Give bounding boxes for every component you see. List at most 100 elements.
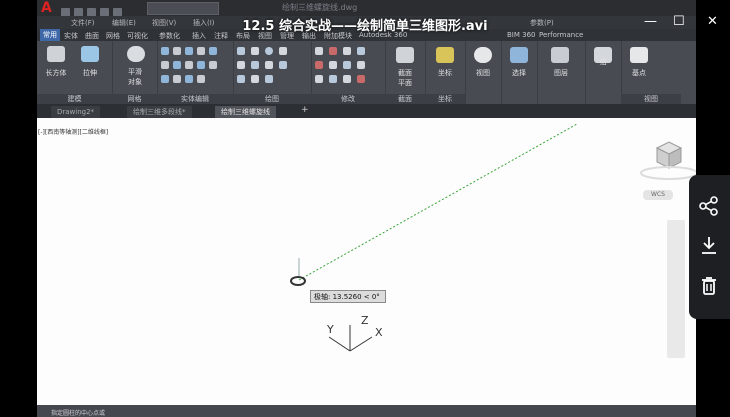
acad-filename: 绘制三维螺旋线.dwg — [282, 3, 358, 12]
interfere-icon[interactable] — [197, 75, 205, 83]
array-icon[interactable] — [343, 75, 351, 83]
view-sphere-icon[interactable] — [474, 47, 492, 63]
navigation-bar[interactable] — [667, 220, 685, 358]
panel-coords: 坐标 坐标 — [425, 41, 466, 104]
ribbon: 长方体 拉伸 建模 平滑 对象 网格 实体编辑 绘图 修改 截面 平面 截面 坐… — [37, 41, 696, 104]
group-label: 组 — [599, 58, 607, 66]
new-tab-icon[interactable]: + — [301, 105, 309, 115]
taper-faces-icon[interactable] — [173, 75, 181, 83]
close-button[interactable]: ✕ — [707, 14, 718, 29]
extend-icon[interactable] — [357, 47, 365, 55]
subtract-icon[interactable] — [173, 47, 181, 55]
hatch-icon[interactable] — [251, 61, 259, 69]
share-icon[interactable] — [698, 195, 720, 217]
chamfer-edge-icon[interactable] — [173, 61, 181, 69]
command-line[interactable]: 指定圆柱的中心点或 — [37, 405, 696, 417]
panel-select: 选择 — [501, 41, 538, 104]
intersect-icon[interactable] — [185, 47, 193, 55]
box-label: 长方体 — [45, 69, 67, 77]
explode-icon[interactable] — [357, 61, 365, 69]
acad-titlebar: A 绘制三维螺旋线.dwg — [37, 0, 696, 17]
minimize-button[interactable]: — — [644, 14, 657, 29]
union-icon[interactable] — [161, 47, 169, 55]
video-player: A 绘制三维螺旋线.dwg 文件(F) 编辑(E) 视图(V) 插入(I) 参数… — [0, 0, 730, 417]
move-icon[interactable] — [315, 47, 323, 55]
panel-view-big: 视图 — [465, 41, 502, 104]
polar-tracking-line — [298, 123, 578, 281]
section-plane-icon[interactable] — [396, 47, 414, 63]
coords-label: 坐标 — [438, 69, 452, 77]
panel-group: 组 — [585, 41, 622, 104]
file-tab-bar: Drawing2* 绘制三维多段线* 绘制三维螺旋线 + — [37, 104, 696, 118]
slice-icon[interactable] — [197, 47, 205, 55]
panel-modify-title: 修改 — [311, 94, 385, 104]
panel-section: 截面 平面 截面 — [385, 41, 426, 104]
shell-icon[interactable] — [185, 61, 193, 69]
panel-draw: 绘图 — [233, 41, 312, 104]
arc-icon[interactable] — [279, 47, 287, 55]
extract-edges-icon[interactable] — [209, 61, 217, 69]
panel-coords-title: 坐标 — [425, 94, 465, 104]
circle-icon[interactable] — [265, 47, 273, 55]
rotate-icon[interactable] — [329, 47, 337, 55]
section-label-2: 平面 — [398, 79, 412, 87]
separate-icon[interactable] — [197, 61, 205, 69]
video-title: 12.5 综合实战——绘制简单三维图形.avi — [242, 19, 488, 34]
thicken-icon[interactable] — [185, 75, 193, 83]
smooth-object-icon[interactable] — [127, 46, 145, 62]
autocad-logo-icon[interactable]: A — [41, 1, 57, 15]
panel-mesh-title: 网格 — [112, 94, 157, 104]
workspace-select[interactable] — [147, 2, 219, 15]
autocad-window: A 绘制三维螺旋线.dwg 文件(F) 编辑(E) 视图(V) 插入(I) 参数… — [37, 0, 696, 417]
copy-icon[interactable] — [315, 61, 323, 69]
trash-icon[interactable] — [698, 275, 720, 297]
line-icon[interactable] — [237, 47, 245, 55]
file-tab-3d-helix[interactable]: 绘制三维螺旋线 — [215, 106, 276, 118]
panel-view-title: 视图 — [621, 94, 681, 104]
side-action-panel — [689, 175, 730, 319]
ucs-y-label: Y — [327, 323, 334, 336]
ellipse-icon[interactable] — [265, 61, 273, 69]
offset-edge-icon[interactable] — [161, 75, 169, 83]
rectangle-icon[interactable] — [237, 61, 245, 69]
spline-icon[interactable] — [279, 61, 287, 69]
layer-icon[interactable] — [551, 47, 569, 63]
drawing-canvas[interactable]: [-][西南等轴测][二维线框] Z Y X WCS 极轴: 13.5260 <… — [37, 118, 696, 405]
panel-draw-title: 绘图 — [233, 94, 311, 104]
point-icon[interactable] — [251, 75, 259, 83]
center-marker-icon — [290, 276, 306, 286]
mirror-icon[interactable] — [329, 61, 337, 69]
download-icon[interactable] — [698, 234, 720, 256]
panel-mesh: 平滑 对象 网格 — [112, 41, 158, 104]
panel-base: 基点 视图 — [621, 41, 696, 104]
panel-modify: 修改 — [311, 41, 386, 104]
panel-solid-edit: 实体编辑 — [157, 41, 234, 104]
maximize-button[interactable]: ☐ — [673, 14, 685, 29]
layer-label: 图层 — [554, 69, 568, 77]
polar-tooltip: 极轴: 13.5260 < 0° — [310, 290, 386, 303]
fillet-icon[interactable] — [343, 61, 351, 69]
fillet-edge-icon[interactable] — [161, 61, 169, 69]
view-label: 视图 — [476, 69, 490, 77]
command-hint: 指定圆柱的中心点或 — [51, 410, 106, 417]
polyline-icon[interactable] — [251, 47, 259, 55]
panel-layer: 图层 — [537, 41, 586, 104]
base-point-icon[interactable] — [630, 47, 648, 63]
imprint-icon[interactable] — [209, 47, 217, 55]
erase-icon[interactable] — [357, 75, 365, 83]
ucs-y-axis — [328, 336, 351, 352]
ucs-x-axis — [349, 336, 373, 352]
trim-icon[interactable] — [343, 47, 351, 55]
ucs-icon[interactable] — [436, 47, 454, 63]
extrude-icon[interactable] — [81, 46, 99, 62]
wcs-menu[interactable]: WCS — [643, 190, 673, 200]
file-tab-drawing2[interactable]: Drawing2* — [51, 106, 101, 118]
stretch-icon[interactable] — [315, 75, 323, 83]
box-icon[interactable] — [47, 46, 65, 62]
file-tab-3d-polyline[interactable]: 绘制三维多段线* — [127, 106, 192, 118]
polygon-icon[interactable] — [237, 75, 245, 83]
region-icon[interactable] — [265, 75, 273, 83]
select-icon[interactable] — [510, 47, 528, 63]
drawing-svg — [290, 123, 696, 352]
scale-icon[interactable] — [329, 75, 337, 83]
